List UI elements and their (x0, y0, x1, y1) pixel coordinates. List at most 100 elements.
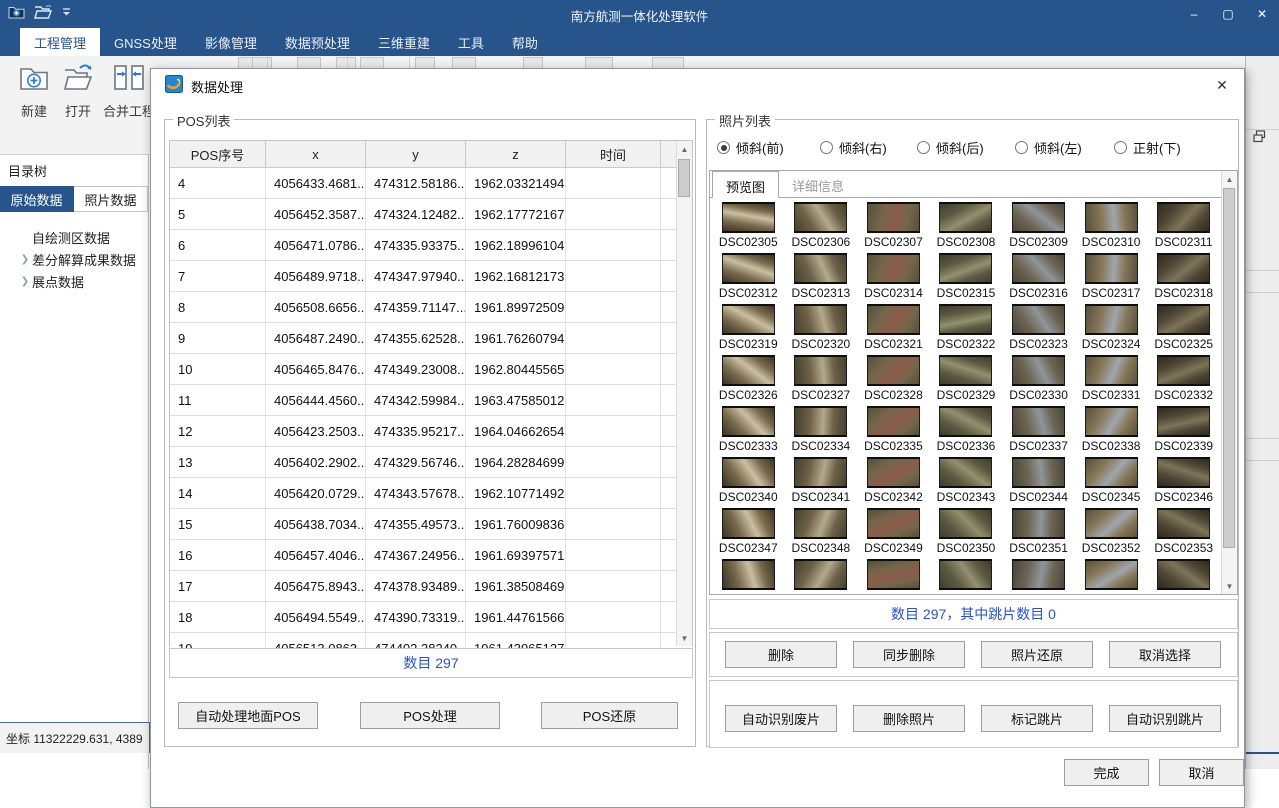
photo-button-自动识别废片[interactable]: 自动识别废片 (725, 705, 837, 732)
photo-button-取消选择[interactable]: 取消选择 (1109, 641, 1221, 668)
pos-table-scrollbar[interactable]: ▲ ▼ (676, 141, 692, 646)
menu-tab-7[interactable]: 帮助 (498, 28, 552, 56)
photo-item[interactable]: DSC02331 (1075, 355, 1148, 406)
menu-tab-3[interactable]: 影像管理 (191, 28, 271, 56)
photo-item[interactable]: DSC02305 (712, 202, 785, 253)
pos-column-header[interactable]: y (366, 141, 466, 167)
photo-item[interactable] (930, 559, 1003, 592)
photo-item[interactable]: DSC02344 (1002, 457, 1075, 508)
dialog-close-icon[interactable]: ✕ (1212, 75, 1232, 95)
photo-button-自动识别跳片[interactable]: 自动识别跳片 (1109, 705, 1221, 732)
photo-item[interactable]: DSC02309 (1002, 202, 1075, 253)
pos-table-row[interactable]: 94056487.2490...474355.62528...1961.7626… (170, 323, 692, 354)
photo-item[interactable]: DSC02342 (857, 457, 930, 508)
pos-table-row[interactable]: 74056489.9718...474347.97940...1962.1681… (170, 261, 692, 292)
photo-item[interactable]: DSC02326 (712, 355, 785, 406)
pos-table-row[interactable]: 184056494.5549...474390.73319...1961.447… (170, 602, 692, 633)
pos-table-row[interactable]: 164056457.4046...474367.24956...1961.693… (170, 540, 692, 571)
pos-column-header[interactable]: x (266, 141, 366, 167)
pos-table-row[interactable]: 64056471.0786...474335.93375...1962.1899… (170, 230, 692, 261)
menu-tab-4[interactable]: 数据预处理 (271, 28, 364, 56)
photo-item[interactable]: DSC02338 (1075, 406, 1148, 457)
photo-item[interactable]: DSC02330 (1002, 355, 1075, 406)
photo-item[interactable] (1075, 559, 1148, 592)
photo-item[interactable]: DSC02343 (930, 457, 1003, 508)
photo-item[interactable]: DSC02345 (1075, 457, 1148, 508)
cascade-windows-icon[interactable] (1253, 130, 1266, 146)
new-project-button[interactable]: 新建 (12, 62, 56, 120)
photo-item[interactable]: DSC02312 (712, 253, 785, 304)
photo-item[interactable]: DSC02327 (785, 355, 858, 406)
photo-item[interactable]: DSC02315 (930, 253, 1003, 304)
photo-item[interactable]: DSC02313 (785, 253, 858, 304)
tab-preview[interactable]: 预览图 (712, 171, 779, 198)
photo-item[interactable]: DSC02323 (1002, 304, 1075, 355)
photo-item[interactable]: DSC02334 (785, 406, 858, 457)
photo-item[interactable] (1147, 559, 1220, 592)
photo-item[interactable]: DSC02337 (1002, 406, 1075, 457)
scroll-up-icon[interactable]: ▲ (677, 141, 692, 157)
tree-item-2[interactable]: ❯差分解算成果数据 (0, 248, 148, 270)
pos-table-row[interactable]: 104056465.8476...474349.23008...1962.804… (170, 354, 692, 385)
new-project-quick-icon[interactable] (8, 4, 25, 19)
photo-item[interactable]: DSC02335 (857, 406, 930, 457)
tree-item-1[interactable]: ❯自绘测区数据 (0, 226, 148, 248)
photo-item[interactable]: DSC02314 (857, 253, 930, 304)
photo-item[interactable]: DSC02348 (785, 508, 858, 559)
photo-item[interactable]: DSC02346 (1147, 457, 1220, 508)
pos-button-2[interactable]: POS处理 (360, 702, 500, 729)
photo-item[interactable]: DSC02329 (930, 355, 1003, 406)
pos-column-header[interactable]: z (466, 141, 566, 167)
sidebar-tab-photo-data[interactable]: 照片数据 (74, 186, 148, 212)
photo-item[interactable]: DSC02311 (1147, 202, 1220, 253)
scroll-up-icon[interactable]: ▲ (1222, 171, 1237, 187)
photo-item[interactable]: DSC02325 (1147, 304, 1220, 355)
menu-tab-1[interactable]: 工程管理 (20, 28, 100, 56)
open-project-button[interactable]: 打开 (56, 62, 100, 120)
quick-access-dropdown-icon[interactable] (62, 7, 71, 17)
minimize-button[interactable]: – (1177, 0, 1211, 28)
pos-column-header[interactable]: 时间 (566, 141, 661, 167)
photo-button-同步删除[interactable]: 同步删除 (853, 641, 965, 668)
photo-item[interactable]: DSC02340 (712, 457, 785, 508)
tab-details[interactable]: 详细信息 (779, 171, 857, 197)
photo-item[interactable]: DSC02306 (785, 202, 858, 253)
photo-item[interactable]: DSC02316 (1002, 253, 1075, 304)
photo-scrollbar-thumb[interactable] (1223, 188, 1235, 548)
radio-2[interactable]: 倾斜(右) (820, 138, 887, 157)
photo-button-标记跳片[interactable]: 标记跳片 (981, 705, 1093, 732)
photo-item[interactable]: DSC02317 (1075, 253, 1148, 304)
photo-item[interactable]: DSC02324 (1075, 304, 1148, 355)
photo-item[interactable]: DSC02336 (930, 406, 1003, 457)
photo-item[interactable] (1002, 559, 1075, 592)
scroll-down-icon[interactable]: ▼ (1222, 578, 1237, 594)
photo-item[interactable]: DSC02352 (1075, 508, 1148, 559)
photo-item[interactable]: DSC02310 (1075, 202, 1148, 253)
pos-table-row[interactable]: 134056402.2902...474329.56746...1964.282… (170, 447, 692, 478)
photo-item[interactable]: DSC02308 (930, 202, 1003, 253)
photo-item[interactable]: DSC02347 (712, 508, 785, 559)
photo-button-删除照片[interactable]: 删除照片 (853, 705, 965, 732)
photo-item[interactable]: DSC02339 (1147, 406, 1220, 457)
tree-expand-icon[interactable]: ❯ (18, 254, 32, 265)
pos-scrollbar-thumb[interactable] (678, 159, 690, 197)
photo-item[interactable]: DSC02351 (1002, 508, 1075, 559)
menu-tab-6[interactable]: 工具 (444, 28, 498, 56)
tree-expand-icon[interactable]: ❯ (18, 276, 32, 287)
photo-item[interactable] (857, 559, 930, 592)
photo-item[interactable]: DSC02350 (930, 508, 1003, 559)
radio-4[interactable]: 倾斜(左) (1015, 138, 1082, 157)
sidebar-tab-raw-data[interactable]: 原始数据 (0, 186, 74, 212)
photo-item[interactable]: DSC02333 (712, 406, 785, 457)
photo-item[interactable]: DSC02353 (1147, 508, 1220, 559)
radio-5[interactable]: 正射(下) (1114, 138, 1181, 157)
pos-button-3[interactable]: POS还原 (541, 702, 678, 729)
photo-item[interactable] (712, 559, 785, 592)
dialog-bottom-button-2[interactable]: 取消 (1159, 759, 1244, 786)
photo-button-删除[interactable]: 删除 (725, 641, 837, 668)
photo-grid-scrollbar[interactable]: ▲ ▼ (1221, 171, 1237, 594)
scroll-down-icon[interactable]: ▼ (677, 630, 692, 646)
menu-tab-5[interactable]: 三维重建 (364, 28, 444, 56)
photo-item[interactable] (785, 559, 858, 592)
photo-item[interactable]: DSC02319 (712, 304, 785, 355)
